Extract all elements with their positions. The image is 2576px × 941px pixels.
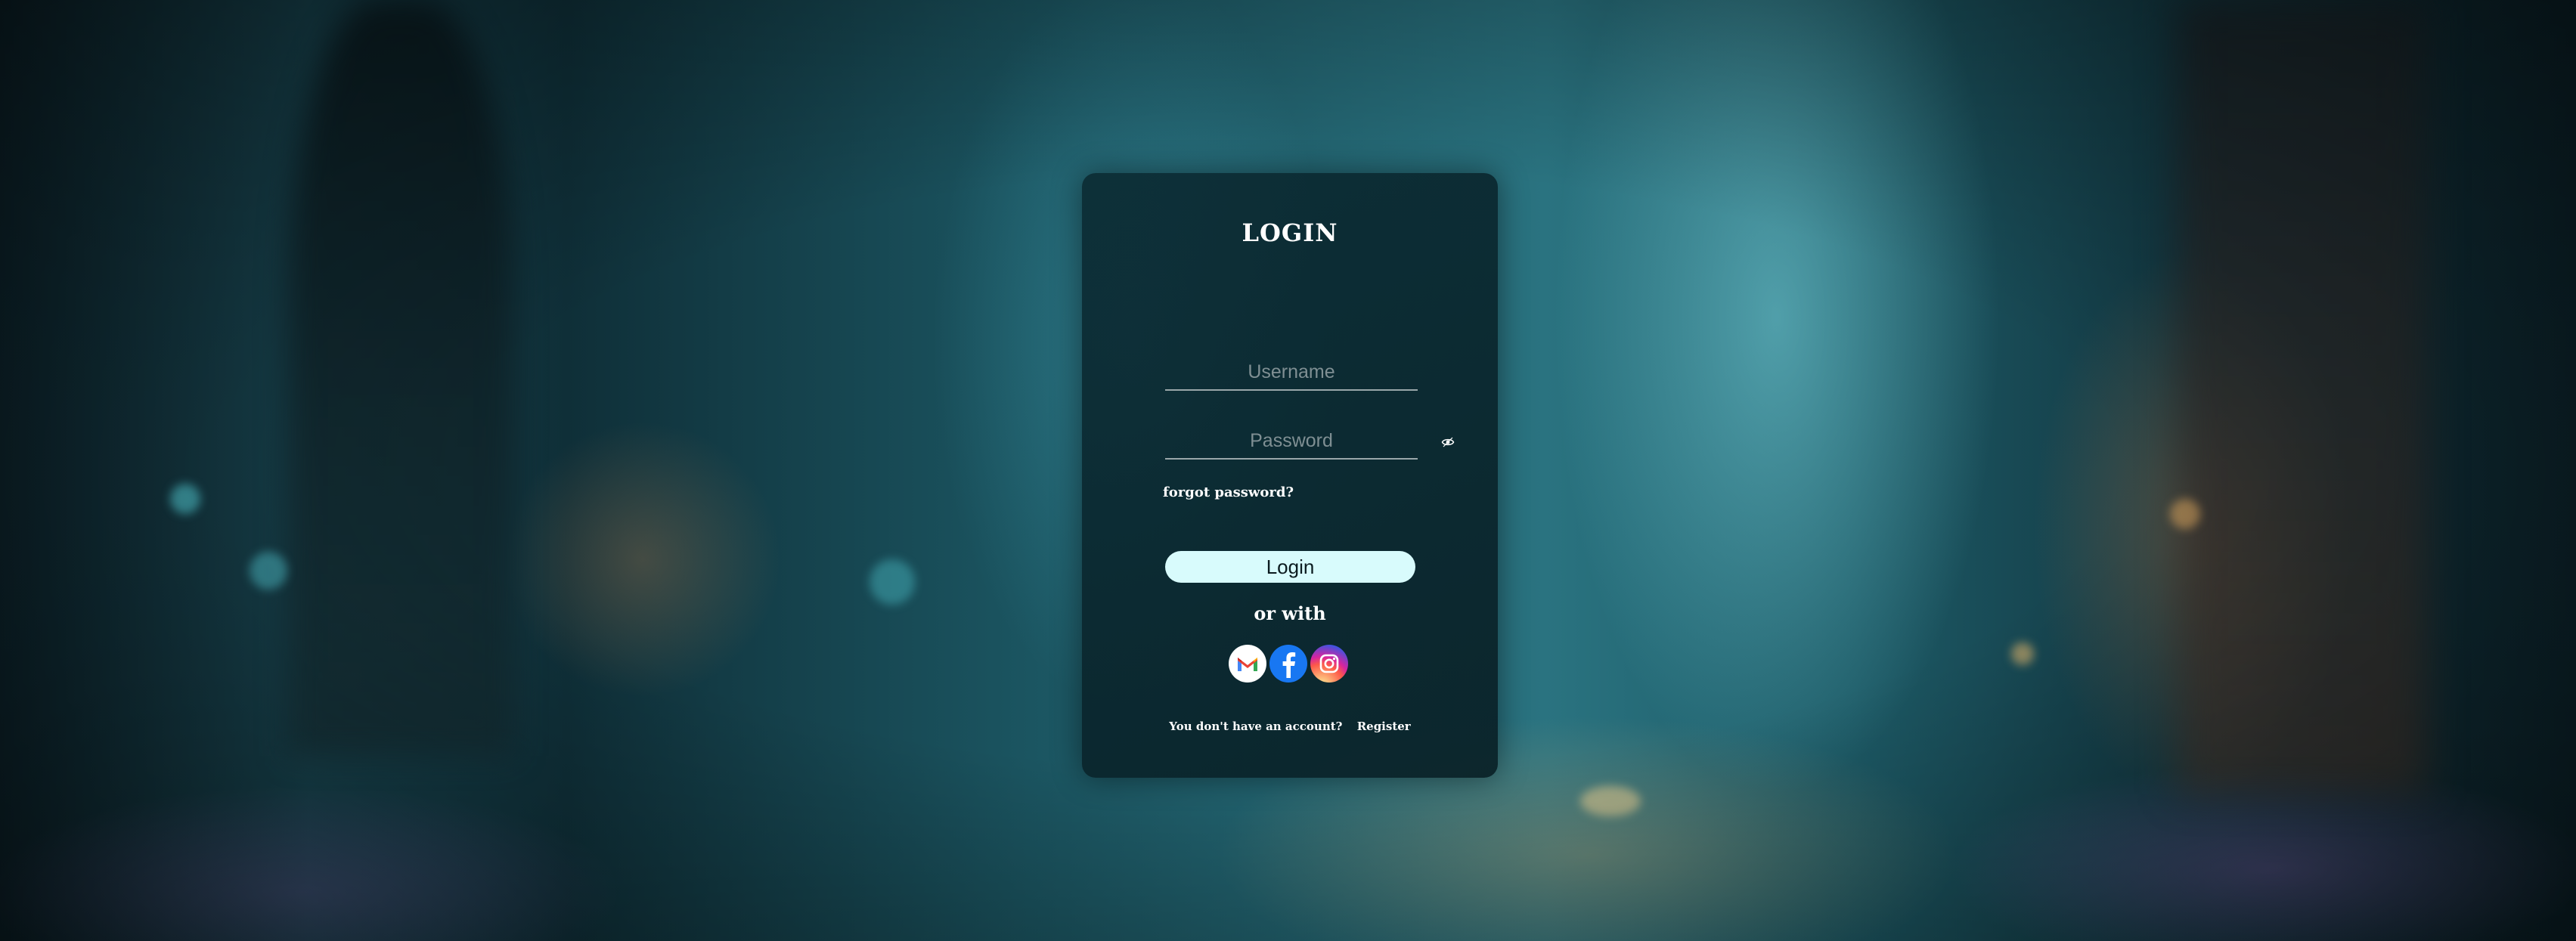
- login-title: LOGIN: [1242, 218, 1338, 247]
- username-input[interactable]: [1165, 354, 1418, 391]
- show-password-eye-icon[interactable]: [1441, 435, 1455, 449]
- register-prompt: You don't have an account? Register: [1082, 720, 1498, 733]
- forgot-password-link[interactable]: forgot password?: [1163, 484, 1294, 500]
- instagram-icon[interactable]: [1310, 645, 1348, 683]
- login-button[interactable]: Login: [1165, 551, 1415, 583]
- gmail-icon[interactable]: [1229, 645, 1266, 683]
- or-with-label: or with: [1254, 602, 1326, 624]
- login-card: LOGIN forgot password? Login or with: [1082, 173, 1498, 778]
- no-account-text: You don't have an account?: [1169, 720, 1343, 733]
- facebook-icon[interactable]: [1269, 645, 1307, 683]
- social-login-group: [1229, 645, 1348, 683]
- password-input[interactable]: [1165, 423, 1418, 460]
- register-link[interactable]: Register: [1357, 720, 1411, 733]
